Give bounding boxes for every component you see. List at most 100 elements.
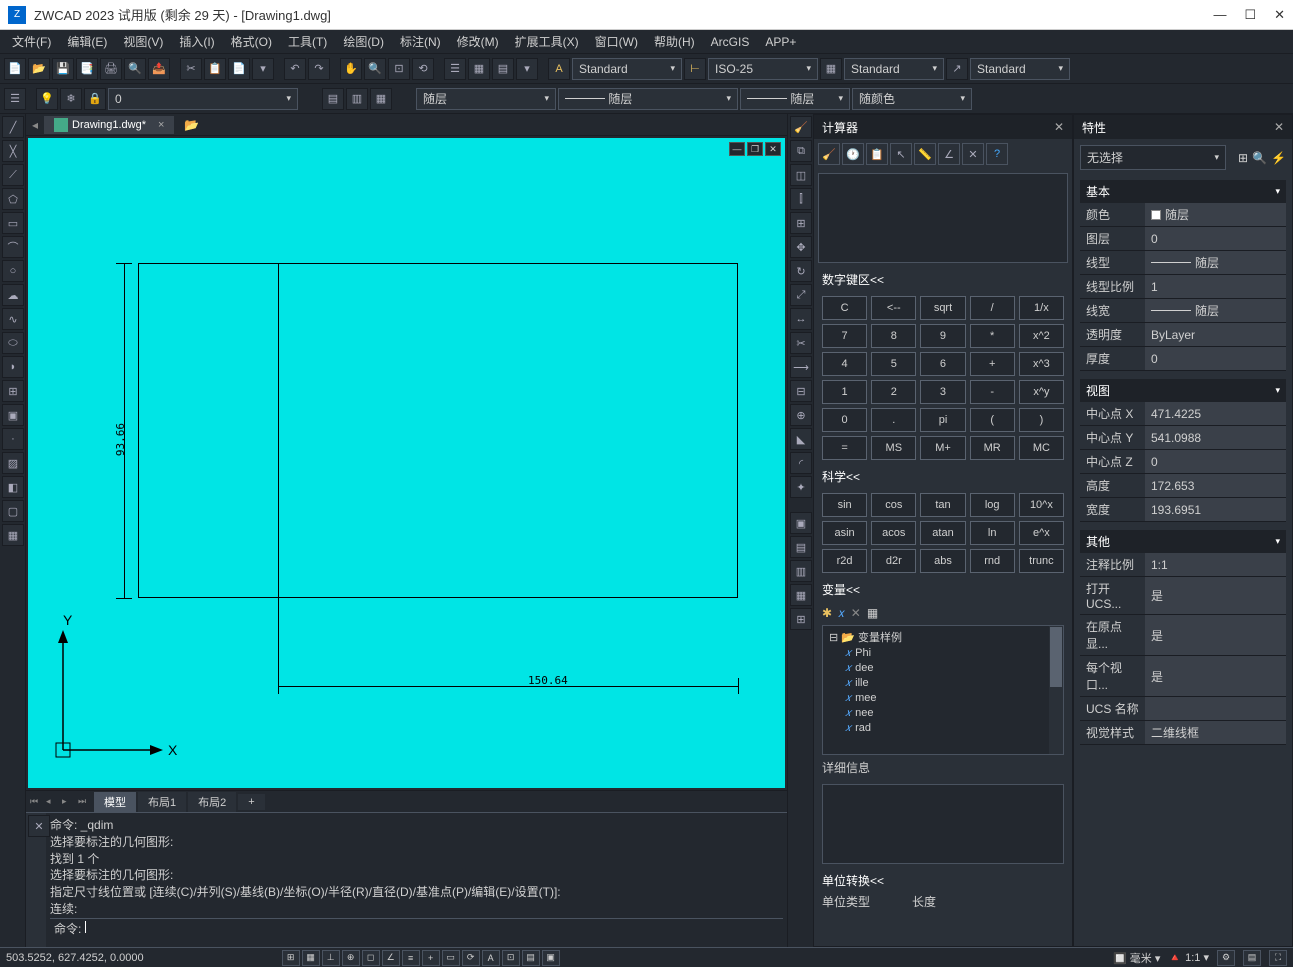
close-button[interactable]: ✕ [1274, 7, 1285, 23]
menu-window[interactable]: 窗口(W) [587, 30, 646, 53]
calc-key-C[interactable]: C [822, 296, 867, 320]
gradient-icon[interactable]: ◧ [2, 476, 24, 498]
prop-thick-value[interactable]: 0 [1145, 347, 1286, 370]
ellipse-icon[interactable]: ⬭ [2, 332, 24, 354]
doc-minimize-icon[interactable]: — [729, 142, 745, 156]
var-scrollbar[interactable] [1049, 626, 1063, 754]
menu-dimension[interactable]: 标注(N) [392, 30, 449, 53]
calc-getpoint-icon[interactable]: ↖ [890, 143, 912, 165]
open-folder-icon[interactable]: 📂 [184, 118, 199, 132]
zoom-icon[interactable]: 🔍 [364, 58, 386, 80]
rotate-icon[interactable]: ↻ [790, 260, 812, 282]
spline-icon[interactable]: ∿ [2, 308, 24, 330]
window5-icon[interactable]: ⊞ [790, 608, 812, 630]
polygon-icon[interactable]: ⬠ [2, 188, 24, 210]
prop-ucs2-value[interactable]: 是 [1145, 615, 1286, 655]
calc-sci-asin[interactable]: asin [822, 521, 867, 545]
osnap-icon[interactable]: ◻ [362, 950, 380, 966]
fullscreen-icon[interactable]: ⛶ [1269, 950, 1287, 966]
menu-help[interactable]: 帮助(H) [646, 30, 703, 53]
point-icon[interactable]: · [2, 428, 24, 450]
layout-model[interactable]: 模型 [94, 792, 136, 812]
props-close-icon[interactable]: ✕ [1274, 120, 1284, 134]
calc-key-.[interactable]: . [871, 408, 916, 432]
tab-prev-icon[interactable]: ◂ [26, 118, 44, 132]
calc-sci-atan[interactable]: atan [920, 521, 965, 545]
calc-icon[interactable]: ▾ [516, 58, 538, 80]
window2-icon[interactable]: ▤ [790, 536, 812, 558]
calc-key-MS[interactable]: MS [871, 436, 916, 460]
scale-icon[interactable]: ⤢ [790, 284, 812, 306]
calc-sci-rnd[interactable]: rnd [970, 549, 1015, 573]
section-basic[interactable]: 基本 [1086, 183, 1110, 200]
calc-key-x^3[interactable]: x^3 [1019, 352, 1064, 376]
lineweight-dropdown[interactable]: 随层▾ [740, 88, 850, 110]
dimstyle-icon[interactable]: ⊢ [684, 58, 706, 80]
section-view[interactable]: 视图 [1086, 382, 1110, 399]
explode-icon[interactable]: ✦ [790, 476, 812, 498]
var-calc-icon[interactable]: ▦ [867, 606, 878, 621]
cut-icon[interactable]: ✂ [180, 58, 202, 80]
dimstyle-dropdown[interactable]: ISO-25▾ [708, 58, 818, 80]
rectangle-icon[interactable]: ▭ [2, 212, 24, 234]
calc-dist-icon[interactable]: 📏 [914, 143, 936, 165]
calc-key-1[interactable]: 1 [822, 380, 867, 404]
minimize-button[interactable]: — [1213, 7, 1226, 23]
prop-color-value[interactable]: 随层 [1145, 203, 1286, 226]
menu-view[interactable]: 视图(V) [115, 30, 171, 53]
calc-history-icon[interactable]: 🕐 [842, 143, 864, 165]
layeriso-icon[interactable]: ▥ [346, 88, 368, 110]
layer-lock-icon[interactable]: 🔒 [84, 88, 106, 110]
mleaderstyle-icon[interactable]: ↗ [946, 58, 968, 80]
var-item[interactable]: 𝑥Phi [825, 646, 1061, 661]
sc-icon[interactable]: ▤ [522, 950, 540, 966]
ltab-first-icon[interactable]: ⏮ [30, 796, 44, 807]
var-item[interactable]: 𝑥mee [825, 691, 1061, 706]
linetype2-dropdown[interactable]: 随层▾ [558, 88, 738, 110]
var-header[interactable]: 变量<< [814, 577, 1072, 602]
calc-sci-e^x[interactable]: e^x [1019, 521, 1064, 545]
chamfer-icon[interactable]: ◣ [790, 428, 812, 450]
selectobj-icon[interactable]: 🔍 [1252, 151, 1267, 165]
calc-key-pi[interactable]: pi [920, 408, 965, 432]
block-icon[interactable]: ▣ [2, 404, 24, 426]
prop-ltscale-value[interactable]: 1 [1145, 275, 1286, 298]
save-icon[interactable]: 💾 [52, 58, 74, 80]
textstyle-dropdown[interactable]: Standard▾ [572, 58, 682, 80]
copy-icon[interactable]: 📋 [204, 58, 226, 80]
var-del-icon[interactable]: ✕ [851, 606, 861, 621]
mirror-icon[interactable]: ◫ [790, 164, 812, 186]
calc-key-9[interactable]: 9 [920, 324, 965, 348]
model-icon[interactable]: ▭ [442, 950, 460, 966]
calc-key-x^2[interactable]: x^2 [1019, 324, 1064, 348]
prop-ucs1-value[interactable]: 是 [1145, 577, 1286, 614]
doc-restore-icon[interactable]: ❐ [747, 142, 763, 156]
publish-icon[interactable]: 📤 [148, 58, 170, 80]
dyn-icon[interactable]: + [422, 950, 440, 966]
menu-draw[interactable]: 绘图(D) [335, 30, 392, 53]
arc-icon[interactable]: ⌒ [2, 236, 24, 258]
prop-layer-value[interactable]: 0 [1145, 227, 1286, 250]
ltab-last-icon[interactable]: ⏭ [78, 796, 92, 807]
calc-key-8[interactable]: 8 [871, 324, 916, 348]
ortho-icon[interactable]: ⊥ [322, 950, 340, 966]
document-tab[interactable]: Drawing1.dwg* × [44, 116, 174, 134]
maximize-button[interactable]: ☐ [1244, 7, 1256, 23]
prop-vstyle-value[interactable]: 二维线框 [1145, 721, 1286, 744]
join-icon[interactable]: ⊕ [790, 404, 812, 426]
ellipsearc-icon[interactable]: ◗ [2, 356, 24, 378]
menu-edit[interactable]: 编辑(E) [59, 30, 115, 53]
calc-sci-10^x[interactable]: 10^x [1019, 493, 1064, 517]
zoomprev-icon[interactable]: ⟲ [412, 58, 434, 80]
prop-ucs3-value[interactable]: 是 [1145, 656, 1286, 696]
designcenter-icon[interactable]: ▦ [468, 58, 490, 80]
sci-header[interactable]: 科学<< [814, 464, 1072, 489]
cycle-icon[interactable]: ⟳ [462, 950, 480, 966]
layerstate-icon[interactable]: ▤ [322, 88, 344, 110]
calc-sci-acos[interactable]: acos [871, 521, 916, 545]
grid-icon[interactable]: ▦ [302, 950, 320, 966]
prop-ltype-value[interactable]: 随层 [1145, 251, 1286, 274]
calc-key-([interactable]: ( [970, 408, 1015, 432]
var-item[interactable]: 𝑥dee [825, 661, 1061, 676]
drawing-canvas[interactable]: — ❐ ✕ 93.66 150.64 Y [28, 138, 785, 788]
